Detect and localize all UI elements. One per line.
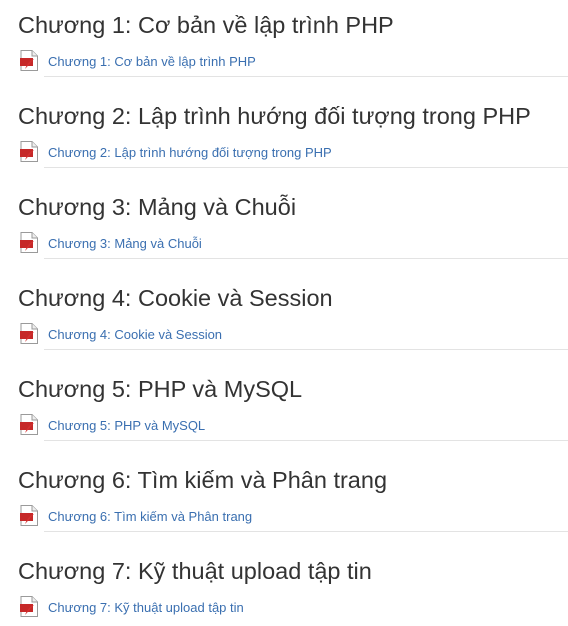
file-row: Chương 1: Cơ bản về lập trình PHP <box>20 49 256 71</box>
chapter-title: Chương 7: Kỹ thuật upload tập tin <box>18 558 372 584</box>
chapter-title: Chương 1: Cơ bản về lập trình PHP <box>18 12 394 38</box>
pdf-file-icon[interactable] <box>20 595 38 617</box>
file-row: Chương 3: Mảng và Chuỗi <box>20 231 202 253</box>
divider <box>44 76 568 77</box>
file-link[interactable]: Chương 1: Cơ bản về lập trình PHP <box>48 54 256 70</box>
file-link[interactable]: Chương 2: Lập trình hướng đối tượng tron… <box>48 145 332 161</box>
file-link[interactable]: Chương 4: Cookie và Session <box>48 327 222 343</box>
pdf-file-icon[interactable] <box>20 140 38 162</box>
chapter-title: Chương 3: Mảng và Chuỗi <box>18 194 297 220</box>
file-row: Chương 4: Cookie và Session <box>20 322 222 344</box>
chapter-item: Chương 5: PHP và MySQL Chương 5: PHP và … <box>0 364 568 444</box>
file-row: Chương 2: Lập trình hướng đối tượng tron… <box>20 140 332 162</box>
chapter-item: Chương 6: Tìm kiếm và Phân trang Chương … <box>0 455 568 535</box>
file-row: Chương 6: Tìm kiếm và Phân trang <box>20 504 252 526</box>
chapter-title: Chương 4: Cookie và Session <box>18 285 333 311</box>
chapter-item: Chương 1: Cơ bản về lập trình PHP Chương… <box>0 0 568 80</box>
pdf-file-icon[interactable] <box>20 231 38 253</box>
chapter-item: Chương 2: Lập trình hướng đối tượng tron… <box>0 91 568 171</box>
pdf-file-icon[interactable] <box>20 504 38 526</box>
pdf-file-icon[interactable] <box>20 322 38 344</box>
pdf-file-icon[interactable] <box>20 413 38 435</box>
chapter-title: Chương 5: PHP và MySQL <box>18 376 303 402</box>
chapter-title: Chương 2: Lập trình hướng đối tượng tron… <box>18 103 531 129</box>
divider <box>44 531 568 532</box>
file-link[interactable]: Chương 7: Kỹ thuật upload tập tin <box>48 600 244 616</box>
divider <box>44 258 568 259</box>
file-row: Chương 5: PHP và MySQL <box>20 413 205 435</box>
chapter-title: Chương 6: Tìm kiếm và Phân trang <box>18 467 388 493</box>
divider <box>44 349 568 350</box>
file-link[interactable]: Chương 5: PHP và MySQL <box>48 418 205 434</box>
chapter-item: Chương 3: Mảng và Chuỗi Chương 3: Mảng v… <box>0 182 568 262</box>
divider <box>44 167 568 168</box>
pdf-file-icon[interactable] <box>20 49 38 71</box>
file-row: Chương 7: Kỹ thuật upload tập tin <box>20 595 244 617</box>
file-link[interactable]: Chương 6: Tìm kiếm và Phân trang <box>48 509 252 525</box>
divider <box>44 440 568 441</box>
chapter-item: Chương 4: Cookie và Session Chương 4: Co… <box>0 273 568 353</box>
file-link[interactable]: Chương 3: Mảng và Chuỗi <box>48 236 202 252</box>
chapter-item: Chương 7: Kỹ thuật upload tập tin Chương… <box>0 546 568 626</box>
